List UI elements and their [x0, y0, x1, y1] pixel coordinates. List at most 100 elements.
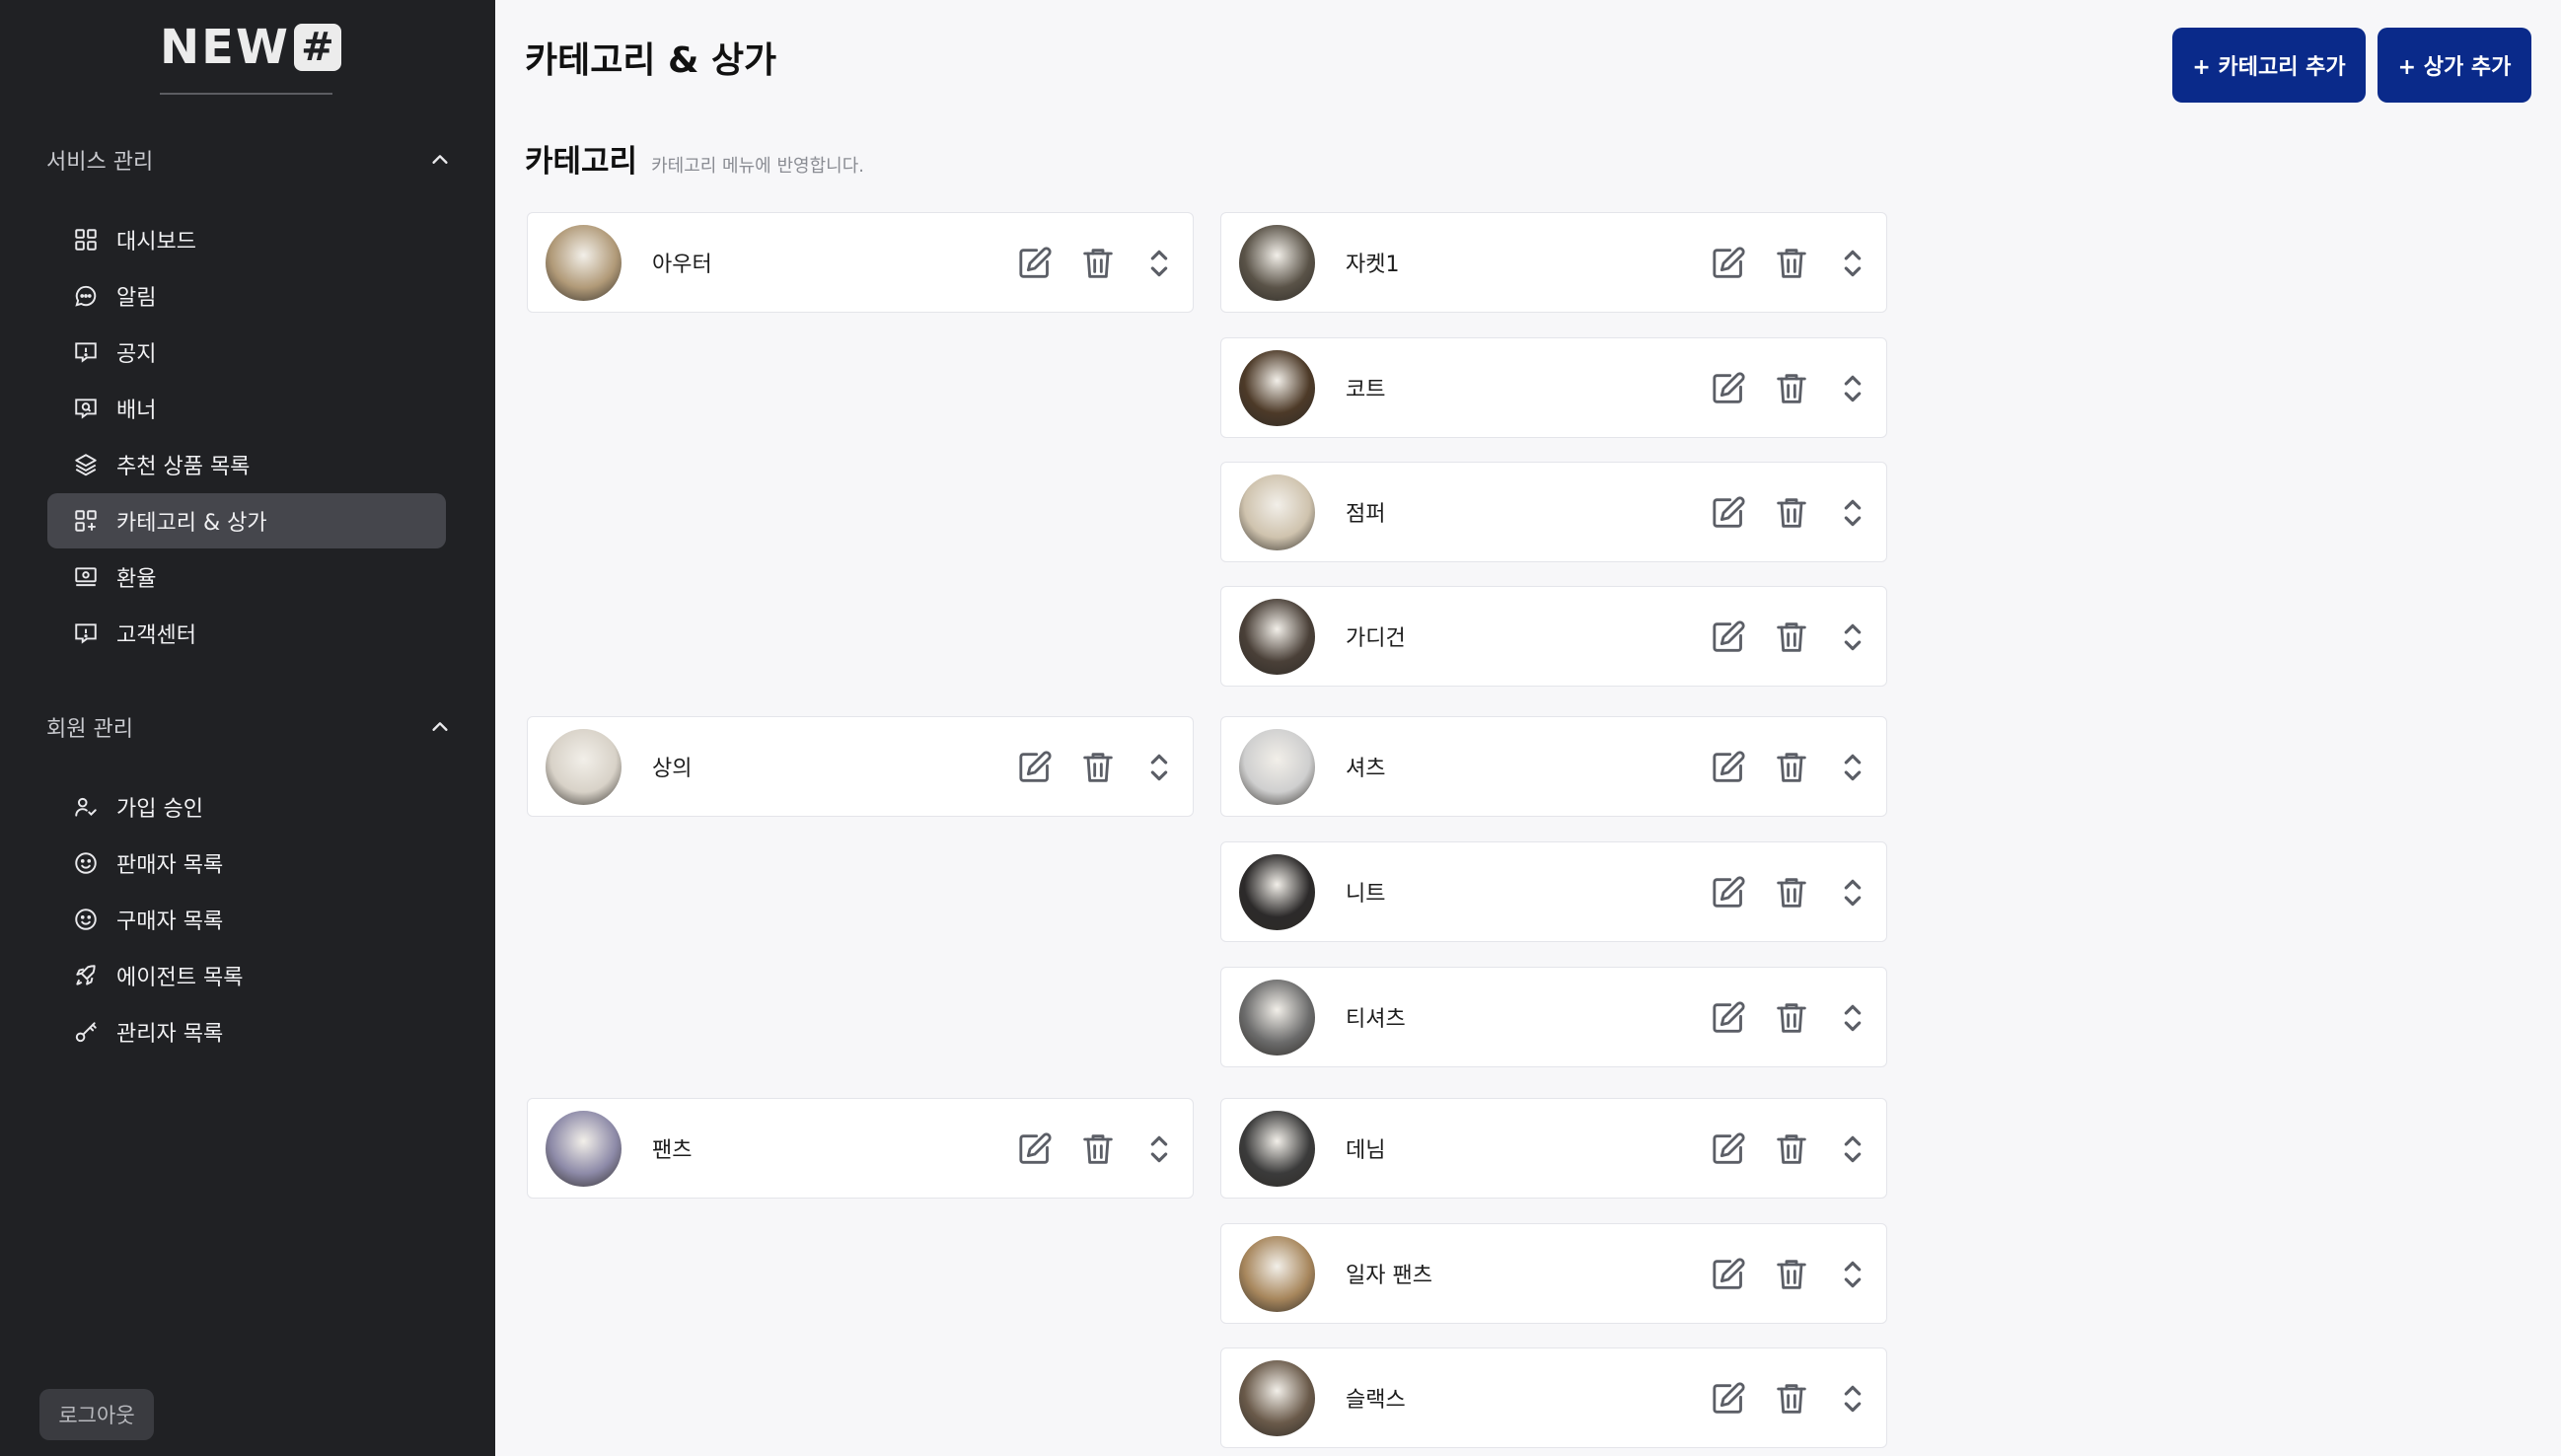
sidebar-item-agents[interactable]: 에이전트 목록 — [47, 948, 446, 1003]
sidebar-item-banner[interactable]: 배너 — [47, 381, 446, 436]
edit-icon[interactable] — [1709, 873, 1748, 912]
trash-icon[interactable] — [1078, 244, 1118, 283]
category-label: 데님 — [1346, 1138, 1386, 1163]
trash-icon[interactable] — [1772, 244, 1811, 283]
category-label: 셔츠 — [1346, 757, 1386, 781]
sort-handle-icon[interactable] — [1833, 998, 1872, 1038]
edit-icon[interactable] — [1015, 748, 1055, 787]
category-thumbnail — [1239, 225, 1315, 301]
sidebar-item-signup-approval[interactable]: 가입 승인 — [47, 779, 446, 835]
trash-icon[interactable] — [1078, 1129, 1118, 1169]
sort-handle-icon[interactable] — [1833, 618, 1872, 657]
child-category-card[interactable]: 슬랙스 — [1220, 1347, 1887, 1448]
parent-category-card[interactable]: 아우터 — [527, 212, 1194, 313]
sidebar-item-label: 공지 — [116, 342, 157, 367]
edit-icon[interactable] — [1709, 1129, 1748, 1169]
sidebar-item-label: 환율 — [116, 567, 157, 592]
exchange-icon — [75, 567, 97, 587]
child-category-card[interactable]: 자켓1 — [1220, 212, 1887, 313]
sidebar-item-label: 관리자 목록 — [116, 1022, 224, 1047]
sort-handle-icon[interactable] — [1833, 873, 1872, 912]
sidebar-item-support[interactable]: 고객센터 — [47, 606, 446, 661]
category-label: 점퍼 — [1346, 502, 1386, 527]
child-category-card[interactable]: 데님 — [1220, 1098, 1887, 1199]
edit-icon[interactable] — [1709, 998, 1748, 1038]
category-thumbnail — [546, 729, 622, 805]
smile-icon — [75, 852, 97, 874]
trash-icon[interactable] — [1078, 748, 1118, 787]
sort-handle-icon[interactable] — [1833, 1379, 1872, 1419]
sort-handle-icon[interactable] — [1833, 493, 1872, 533]
parent-category-card[interactable]: 팬츠 — [527, 1098, 1194, 1199]
trash-icon[interactable] — [1772, 1379, 1811, 1419]
edit-icon[interactable] — [1709, 369, 1748, 408]
child-category-card[interactable]: 니트 — [1220, 841, 1887, 942]
sort-handle-icon[interactable] — [1833, 244, 1872, 283]
chevron-up-icon[interactable] — [429, 716, 451, 738]
trash-icon[interactable] — [1772, 873, 1811, 912]
sort-handle-icon[interactable] — [1833, 748, 1872, 787]
category-thumbnail — [1239, 474, 1315, 550]
page-title: 카테고리 & 상가 — [525, 40, 777, 81]
logo[interactable]: NEW # — [160, 20, 341, 75]
trash-icon[interactable] — [1772, 493, 1811, 533]
edit-icon[interactable] — [1709, 244, 1748, 283]
trash-icon[interactable] — [1772, 748, 1811, 787]
sidebar-item-dashboard[interactable]: 대시보드 — [47, 212, 446, 267]
grid-icon — [75, 229, 97, 251]
edit-icon[interactable] — [1709, 1379, 1748, 1419]
sort-handle-icon[interactable] — [1833, 1255, 1872, 1294]
smile-icon — [75, 909, 97, 930]
sidebar-item-label: 카테고리 & 상가 — [116, 511, 267, 536]
category-label: 가디건 — [1346, 626, 1406, 651]
trash-icon[interactable] — [1772, 618, 1811, 657]
add-store-button[interactable]: + 상가 추가 — [2378, 28, 2531, 103]
sort-handle-icon[interactable] — [1833, 1129, 1872, 1169]
sort-handle-icon[interactable] — [1139, 748, 1179, 787]
trash-icon[interactable] — [1772, 998, 1811, 1038]
child-category-card[interactable]: 셔츠 — [1220, 716, 1887, 817]
sidebar-item-notifications[interactable]: 알림 — [47, 268, 446, 324]
banner-icon — [75, 399, 97, 419]
child-category-card[interactable]: 일자 팬츠 — [1220, 1223, 1887, 1324]
sidebar-item-label: 배너 — [116, 399, 157, 423]
child-category-card[interactable]: 점퍼 — [1220, 462, 1887, 562]
edit-icon[interactable] — [1709, 748, 1748, 787]
sort-handle-icon[interactable] — [1139, 1129, 1179, 1169]
section-header-service[interactable]: 서비스 관리 — [46, 140, 451, 180]
sidebar-item-sellers[interactable]: 판매자 목록 — [47, 836, 446, 891]
rocket-icon — [76, 965, 96, 985]
sidebar-item-category-store[interactable]: 카테고리 & 상가 — [47, 493, 446, 548]
edit-icon[interactable] — [1015, 244, 1055, 283]
sidebar-item-notice[interactable]: 공지 — [47, 325, 446, 380]
parent-category-card[interactable]: 상의 — [527, 716, 1194, 817]
edit-icon[interactable] — [1709, 618, 1748, 657]
sidebar-item-recommended[interactable]: 추천 상품 목록 — [47, 437, 446, 492]
category-label: 아우터 — [652, 253, 712, 277]
layers-icon — [75, 454, 97, 476]
category-label: 일자 팬츠 — [1346, 1264, 1432, 1288]
category-label: 슬랙스 — [1346, 1388, 1406, 1413]
child-category-card[interactable]: 코트 — [1220, 337, 1887, 438]
sidebar-item-exchange[interactable]: 환율 — [47, 549, 446, 605]
trash-icon[interactable] — [1772, 1129, 1811, 1169]
child-category-card[interactable]: 가디건 — [1220, 586, 1887, 687]
sidebar: NEW # 서비스 관리 대시보드 알림 공지 배너 추천 상품 목록 카테고리… — [0, 0, 495, 1456]
sidebar-item-admins[interactable]: 관리자 목록 — [47, 1004, 446, 1059]
child-category-card[interactable]: 티셔츠 — [1220, 967, 1887, 1067]
sort-handle-icon[interactable] — [1833, 369, 1872, 408]
add-category-button[interactable]: + 카테고리 추가 — [2172, 28, 2366, 103]
category-label: 팬츠 — [652, 1138, 693, 1163]
section-header-members[interactable]: 회원 관리 — [46, 707, 451, 747]
sidebar-item-buyers[interactable]: 구매자 목록 — [47, 892, 446, 947]
trash-icon[interactable] — [1772, 1255, 1811, 1294]
edit-icon[interactable] — [1709, 1255, 1748, 1294]
edit-icon[interactable] — [1015, 1129, 1055, 1169]
logout-button[interactable]: 로그아웃 — [39, 1389, 154, 1440]
category-thumbnail — [1239, 980, 1315, 1056]
sort-handle-icon[interactable] — [1139, 244, 1179, 283]
trash-icon[interactable] — [1772, 369, 1811, 408]
edit-icon[interactable] — [1709, 493, 1748, 533]
category-thumbnail — [1239, 1111, 1315, 1187]
chevron-up-icon[interactable] — [429, 149, 451, 171]
